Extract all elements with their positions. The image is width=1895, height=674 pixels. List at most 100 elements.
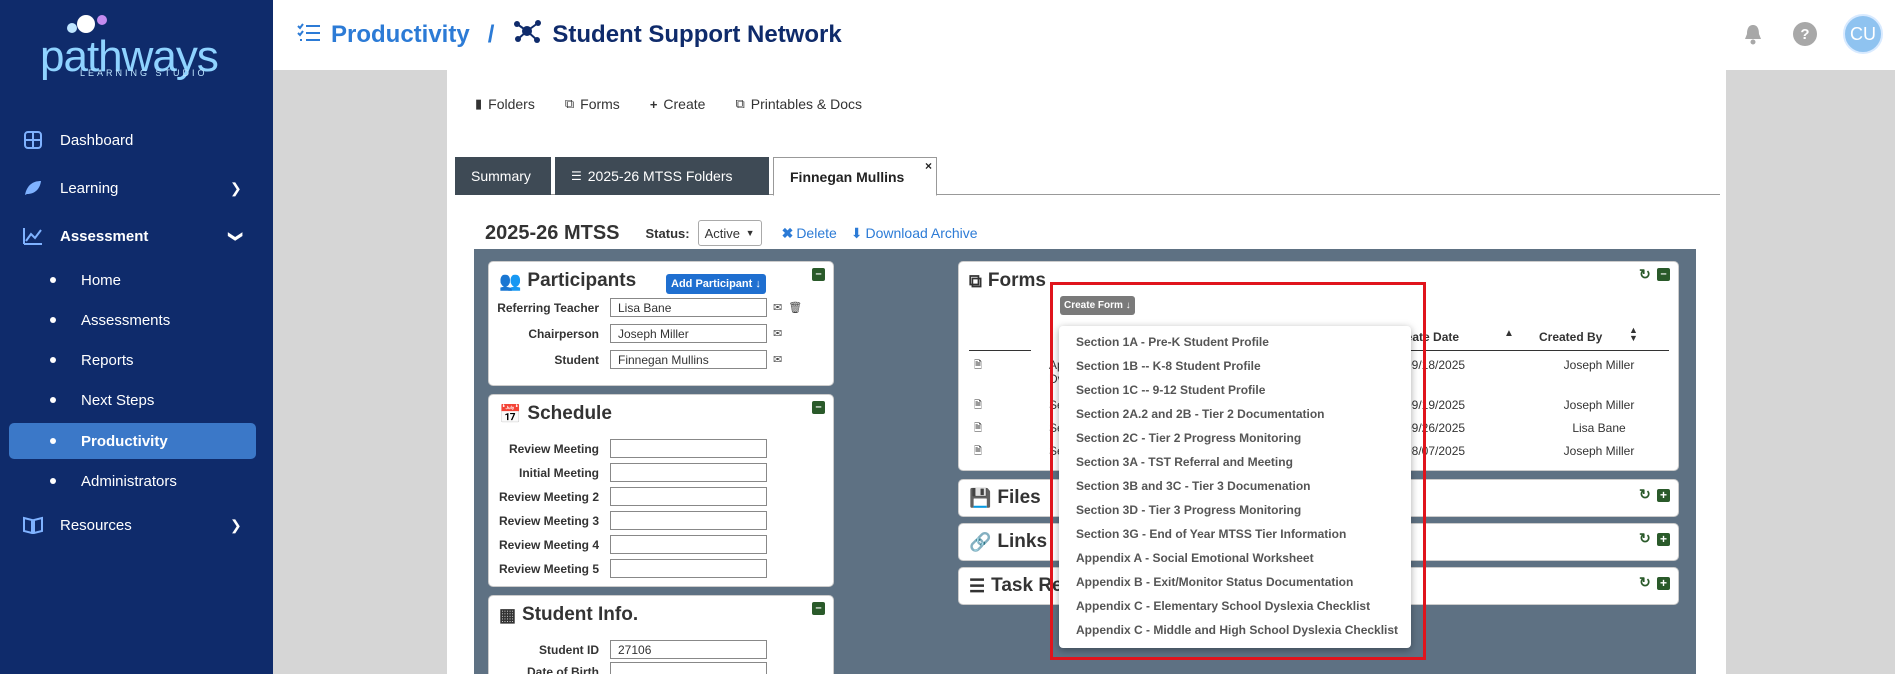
- sidebar-subitem-next-steps[interactable]: Next Steps: [9, 382, 256, 418]
- review-meeting-2-field[interactable]: [610, 487, 767, 506]
- sidebar-subitem-label: Next Steps: [81, 391, 155, 409]
- header-actions: ? CU: [1739, 14, 1895, 54]
- schedule-row: Review Meeting 3: [489, 511, 767, 530]
- document-icon: 🗎: [974, 400, 983, 411]
- field-label: Review Meeting 4: [498, 537, 599, 552]
- collapse-icon[interactable]: –: [812, 401, 825, 414]
- participant-row: Chairperson Joseph Miller ✉: [489, 324, 782, 343]
- bullet-icon: [50, 397, 56, 403]
- tab-finnegan-mullins[interactable]: Finnegan Mullins ×: [773, 157, 937, 196]
- column-header-created-by[interactable]: Created By: [1539, 330, 1602, 344]
- mail-icon[interactable]: ✉: [773, 353, 782, 366]
- network-icon: [512, 18, 542, 51]
- printables-button[interactable]: ⧉ Printables & Docs: [735, 96, 862, 112]
- schedule-title: 📅 Schedule: [499, 403, 612, 425]
- expand-icon[interactable]: +: [1657, 577, 1670, 590]
- download-archive-link[interactable]: ⬇ Download Archive: [851, 225, 978, 242]
- create-label: Create: [663, 96, 706, 112]
- dashboard-icon: [22, 129, 44, 151]
- sidebar-subitem-assessments[interactable]: Assessments: [9, 302, 256, 338]
- pathways-logo[interactable]: pathways LEARNING STUDIO: [38, 10, 238, 81]
- sidebar-item-label: Resources: [60, 516, 132, 534]
- forms-button[interactable]: ⧉ Forms: [565, 96, 620, 112]
- field-label: Review Meeting 5: [498, 561, 599, 576]
- logo-dots-icon: [67, 15, 107, 33]
- collapse-icon[interactable]: –: [1657, 268, 1670, 281]
- sidebar-item-assessment[interactable]: Assessment ❯: [0, 218, 273, 254]
- refresh-icon[interactable]: ↻: [1639, 486, 1651, 503]
- student-info-row: Date of Birth: [489, 662, 767, 674]
- folders-button[interactable]: ▮ Folders: [475, 96, 535, 112]
- collapse-icon[interactable]: –: [812, 268, 825, 281]
- delete-link[interactable]: ✖ Delete: [782, 225, 837, 242]
- panel-title-text: Schedule: [527, 403, 612, 424]
- tab-summary[interactable]: Summary: [455, 157, 551, 195]
- book-icon: [22, 514, 44, 536]
- top-header: Productivity / Student Support Network ?…: [273, 0, 1895, 70]
- sidebar-subitem-reports[interactable]: Reports: [9, 342, 256, 378]
- collapse-icon[interactable]: –: [812, 602, 825, 615]
- refresh-icon[interactable]: ↻: [1639, 574, 1651, 591]
- sidebar-subitem-home[interactable]: Home: [9, 262, 256, 298]
- add-participant-button[interactable]: Add Participant ↓: [666, 274, 766, 294]
- chairperson-field[interactable]: Joseph Miller: [610, 324, 767, 343]
- field-label: Date of Birth: [527, 664, 599, 674]
- referring-teacher-field[interactable]: Lisa Bane: [610, 298, 767, 317]
- sidebar-item-label: Dashboard: [60, 131, 134, 149]
- review-meeting-field[interactable]: [610, 439, 767, 458]
- panel-title-text: Links: [997, 531, 1048, 552]
- forms-label: Forms: [580, 96, 620, 112]
- created-by: Joseph Miller: [1563, 398, 1635, 412]
- create-button[interactable]: + Create: [650, 96, 706, 112]
- links-title: 🔗 Links: [969, 531, 1047, 553]
- participants-panel: 👥 Participants Add Participant ↓ – Referr…: [488, 261, 834, 386]
- table-header-line: [1399, 350, 1669, 351]
- mail-icon[interactable]: ✉: [773, 327, 782, 340]
- bell-icon[interactable]: [1739, 20, 1767, 48]
- help-icon[interactable]: ?: [1793, 22, 1817, 46]
- schedule-row: Review Meeting 2: [489, 487, 767, 506]
- sidebar-subitem-productivity[interactable]: Productivity: [9, 423, 256, 459]
- sidebar-subitem-administrators[interactable]: Administrators: [9, 463, 256, 499]
- record-header: 2025-26 MTSS Status: Active ▼ ✖ Delete ⬇ Do…: [485, 220, 978, 246]
- sidebar-item-learning[interactable]: Learning ❯: [0, 170, 273, 206]
- avatar[interactable]: CU: [1843, 14, 1883, 54]
- sidebar-item-label: Learning: [60, 179, 119, 197]
- sidebar-subitem-label: Administrators: [81, 472, 177, 490]
- tasks-title: ☰ Task Re: [969, 575, 1063, 597]
- expand-icon[interactable]: +: [1657, 533, 1670, 546]
- breadcrumb-separator: /: [487, 20, 495, 48]
- trash-icon[interactable]: 🗑: [788, 301, 802, 314]
- date-of-birth-field[interactable]: [610, 662, 767, 674]
- expand-icon[interactable]: +: [1657, 489, 1670, 502]
- plus-icon: +: [649, 96, 658, 112]
- tab-mtss-folders[interactable]: ☰ 2025-26 MTSS Folders: [555, 157, 769, 195]
- toolbar: ▮ Folders ⧉ Forms + Create ⧉ Printables & Do…: [475, 96, 892, 112]
- review-meeting-4-field[interactable]: [610, 535, 767, 554]
- status-value: Active: [704, 225, 740, 241]
- initial-meeting-field[interactable]: [610, 463, 767, 482]
- field-label: Initial Meeting: [518, 465, 599, 480]
- breadcrumb-current: Student Support Network: [552, 20, 842, 48]
- refresh-icon[interactable]: ↻: [1639, 530, 1651, 547]
- review-meeting-3-field[interactable]: [610, 511, 767, 530]
- student-info-row: Student ID 27106: [489, 640, 767, 659]
- status-label: Status:: [645, 225, 690, 241]
- mail-icon[interactable]: ✉: [773, 301, 782, 314]
- sidebar-item-dashboard[interactable]: Dashboard: [0, 122, 273, 158]
- status-select[interactable]: Active ▼: [697, 220, 762, 246]
- student-id-field[interactable]: 27106: [610, 640, 767, 659]
- review-meeting-5-field[interactable]: [610, 559, 767, 578]
- close-icon[interactable]: ×: [925, 159, 932, 173]
- sidebar-item-resources[interactable]: Resources ❯: [0, 507, 273, 543]
- student-field[interactable]: Finnegan Mullins: [610, 350, 767, 369]
- save-icon: 💾: [969, 487, 992, 508]
- breadcrumb-productivity[interactable]: Productivity: [331, 21, 470, 49]
- field-label: Review Meeting 3: [498, 513, 599, 528]
- sort-icon[interactable]: ▲ ▼: [1629, 326, 1638, 343]
- breadcrumb: Productivity / Student Support Network: [297, 18, 842, 51]
- tab-label: Summary: [471, 168, 531, 184]
- sort-asc-icon[interactable]: ▲: [1504, 328, 1514, 339]
- refresh-icon[interactable]: ↻: [1639, 266, 1651, 283]
- calendar-icon: 📅: [499, 403, 522, 424]
